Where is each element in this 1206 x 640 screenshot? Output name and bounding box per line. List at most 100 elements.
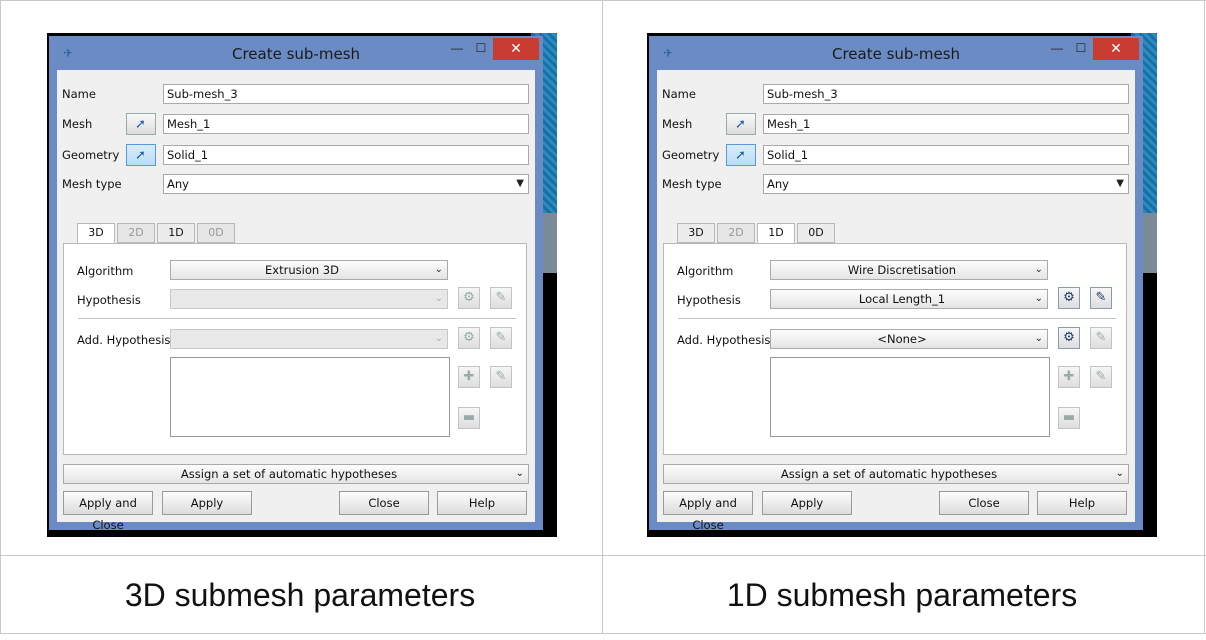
add-button[interactable]: ✚: [1058, 366, 1080, 388]
chevron-down-icon: ⌄: [1034, 333, 1043, 344]
create-hypothesis-button[interactable]: ✎: [490, 287, 512, 309]
geometry-label: Geometry: [662, 148, 720, 162]
tab-0d[interactable]: 0D: [797, 223, 835, 243]
tab-0d[interactable]: 0D: [197, 223, 235, 243]
minimize-button[interactable]: —: [445, 38, 469, 60]
tab-panel: Algorithm Wire Discretisation ⌄ Hypothes…: [663, 243, 1127, 455]
create-hypothesis-icon: ✎: [495, 330, 507, 345]
edit-hypothesis-icon: ⚙: [1063, 290, 1075, 305]
tab-1d[interactable]: 1D: [757, 223, 795, 244]
geometry-label: Geometry: [62, 148, 120, 162]
edit-list-hypothesis-button[interactable]: ✎: [490, 366, 512, 388]
mesh-type-value: Any: [767, 177, 789, 191]
edit-hypothesis-button[interactable]: ⚙: [1058, 287, 1080, 309]
remove-button[interactable]: ▬: [1058, 407, 1080, 429]
mesh-type-value: Any: [167, 177, 189, 191]
mesh-select-button[interactable]: ➚: [726, 113, 756, 135]
add-hypothesis-select[interactable]: <None> ⌄: [770, 329, 1048, 349]
hypothesis-select[interactable]: Local Length_1 ⌄: [770, 289, 1048, 309]
edit-list-hypothesis-button[interactable]: ✎: [1090, 366, 1112, 388]
edit-add-hypothesis-button[interactable]: ⚙: [1058, 327, 1080, 349]
table-border-bottom: [0, 633, 1206, 634]
close-button[interactable]: Close: [339, 491, 429, 515]
mesh-label: Mesh: [62, 117, 93, 131]
tab-3d[interactable]: 3D: [677, 223, 715, 243]
edit-add-hypothesis-button[interactable]: ⚙: [458, 327, 480, 349]
create-hypothesis-icon: ✎: [1095, 290, 1107, 305]
tab-2d[interactable]: 2D: [117, 223, 155, 243]
geometry-select-button[interactable]: ➚: [726, 144, 756, 166]
apply-button[interactable]: Apply: [762, 491, 852, 515]
mesh-input[interactable]: Mesh_1: [163, 114, 529, 134]
create-add-hypothesis-button[interactable]: ✎: [490, 327, 512, 349]
hypothesis-value: Local Length_1: [858, 292, 946, 306]
close-window-button[interactable]: ✕: [493, 38, 539, 60]
table-border-right: [1204, 0, 1205, 634]
chevron-down-icon: ▼: [516, 178, 524, 189]
title-bar[interactable]: ✈ Create sub-mesh — ☐ ✕: [649, 36, 1143, 70]
apply-and-close-button[interactable]: Apply and Close: [663, 491, 753, 532]
maximize-button[interactable]: ☐: [469, 38, 493, 60]
help-button[interactable]: Help: [1037, 491, 1127, 515]
algorithm-label: Algorithm: [677, 264, 734, 278]
edit-hypothesis-button[interactable]: ⚙: [458, 287, 480, 309]
geometry-input[interactable]: Solid_1: [763, 145, 1129, 165]
table-border-left: [0, 0, 1, 634]
minus-icon: ▬: [462, 410, 476, 425]
name-input[interactable]: Sub-mesh_3: [163, 84, 529, 104]
algorithm-select[interactable]: Extrusion 3D ⌄: [170, 260, 448, 280]
help-button[interactable]: Help: [437, 491, 527, 515]
dialog-client: Name Sub-mesh_3 Mesh ➚ Mesh_1 Geometry ➚…: [657, 70, 1135, 532]
mesh-select-button[interactable]: ➚: [126, 113, 156, 135]
geometry-select-button[interactable]: ➚: [126, 144, 156, 166]
add-hypothesis-select[interactable]: ⌄: [170, 329, 448, 349]
name-label: Name: [62, 87, 96, 101]
dialog-window: ✈ Create sub-mesh — ☐ ✕ Name Sub-mesh_3 …: [49, 36, 543, 532]
chevron-down-icon: ⌄: [515, 468, 524, 479]
chevron-down-icon: ⌄: [1115, 468, 1124, 479]
minus-icon: ▬: [1062, 410, 1076, 425]
tab-2d[interactable]: 2D: [717, 223, 755, 243]
selection-arrow-icon: ➚: [735, 148, 746, 163]
chevron-down-icon: ⌄: [1034, 293, 1043, 304]
auto-hypotheses-value: Assign a set of automatic hypotheses: [180, 467, 398, 481]
table-border-center: [602, 0, 603, 634]
edit-hypothesis-icon: ⚙: [1063, 330, 1075, 345]
algorithm-select[interactable]: Wire Discretisation ⌄: [770, 260, 1048, 280]
add-button[interactable]: ✚: [458, 366, 480, 388]
close-window-button[interactable]: ✕: [1093, 38, 1139, 60]
tab-1d[interactable]: 1D: [157, 223, 195, 243]
selection-arrow-icon: ➚: [135, 117, 146, 132]
tab-3d[interactable]: 3D: [77, 223, 115, 244]
table-border-mid: [0, 555, 1206, 556]
apply-and-close-button[interactable]: Apply and Close: [63, 491, 153, 532]
edit-hypothesis-icon: ✎: [1095, 369, 1107, 384]
hypothesis-select[interactable]: ⌄: [170, 289, 448, 309]
create-hypothesis-button[interactable]: ✎: [1090, 287, 1112, 309]
add-hypothesis-list[interactable]: [170, 357, 450, 437]
auto-hypotheses-select[interactable]: Assign a set of automatic hypotheses ⌄: [63, 464, 529, 484]
add-hypothesis-value: <None>: [877, 332, 927, 346]
add-hypothesis-label: Add. Hypothesis: [677, 333, 771, 347]
geometry-input[interactable]: Solid_1: [163, 145, 529, 165]
name-input[interactable]: Sub-mesh_3: [763, 84, 1129, 104]
chevron-down-icon: ⌄: [1034, 264, 1043, 275]
add-hypothesis-list[interactable]: [770, 357, 1050, 437]
edit-hypothesis-icon: ⚙: [463, 290, 475, 305]
minimize-button[interactable]: —: [1045, 38, 1069, 60]
close-button[interactable]: Close: [939, 491, 1029, 515]
auto-hypotheses-value: Assign a set of automatic hypotheses: [780, 467, 998, 481]
mesh-type-label: Mesh type: [62, 177, 122, 191]
mesh-type-select[interactable]: Any ▼: [163, 174, 529, 194]
remove-button[interactable]: ▬: [458, 407, 480, 429]
mesh-input[interactable]: Mesh_1: [763, 114, 1129, 134]
maximize-button[interactable]: ☐: [1069, 38, 1093, 60]
screenshot-3d: ✈ Create sub-mesh — ☐ ✕ Name Sub-mesh_3 …: [47, 33, 557, 537]
create-add-hypothesis-button[interactable]: ✎: [1090, 327, 1112, 349]
auto-hypotheses-select[interactable]: Assign a set of automatic hypotheses ⌄: [663, 464, 1129, 484]
hypothesis-label: Hypothesis: [677, 293, 741, 307]
chevron-down-icon: ⌄: [434, 293, 443, 304]
mesh-type-select[interactable]: Any ▼: [763, 174, 1129, 194]
title-bar[interactable]: ✈ Create sub-mesh — ☐ ✕: [49, 36, 543, 70]
apply-button[interactable]: Apply: [162, 491, 252, 515]
